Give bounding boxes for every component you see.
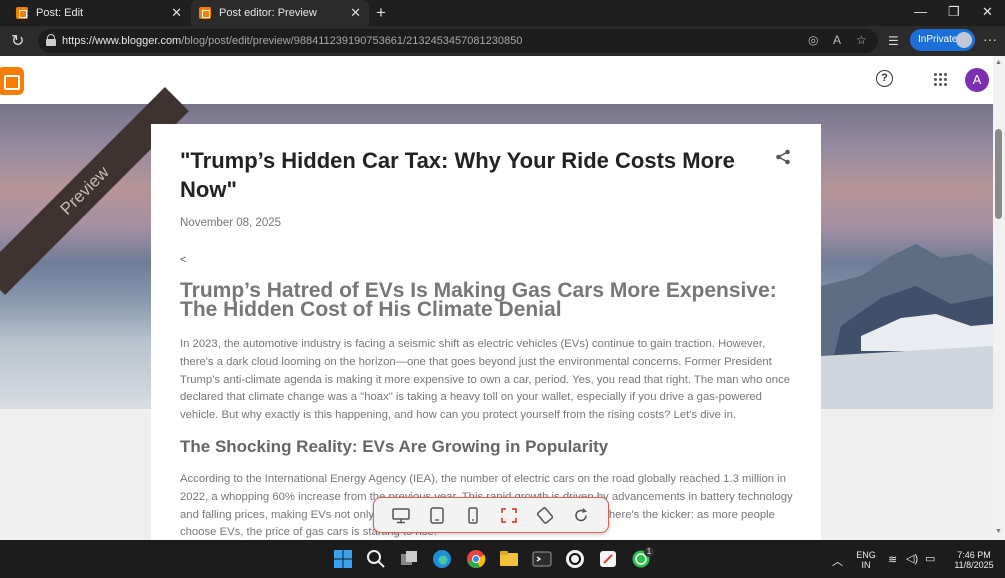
tab-post-preview[interactable]: Post editor: Preview ✕ bbox=[191, 0, 369, 26]
profile-avatar-icon bbox=[956, 32, 972, 48]
account-avatar[interactable]: A bbox=[965, 68, 989, 92]
battery-icon[interactable]: ▭ bbox=[925, 552, 935, 565]
show-hidden-icons-icon[interactable]: ︿ bbox=[832, 553, 843, 569]
blogger-favicon-icon bbox=[16, 7, 28, 19]
search-icon[interactable] bbox=[366, 549, 386, 569]
chrome-icon[interactable] bbox=[466, 549, 486, 569]
device-preview-toolbar bbox=[373, 497, 609, 533]
desktop-view-icon[interactable] bbox=[392, 507, 410, 524]
favorites-icon[interactable]: ☰ bbox=[888, 34, 899, 48]
openai-app-icon[interactable] bbox=[565, 549, 585, 569]
close-window-icon[interactable]: ✕ bbox=[982, 4, 993, 20]
minimize-icon[interactable]: — bbox=[914, 4, 927, 19]
snipping-tool-icon[interactable] bbox=[598, 549, 618, 569]
scroll-down-icon[interactable]: ▼ bbox=[995, 528, 1002, 535]
close-tab-icon[interactable]: ✕ bbox=[171, 5, 182, 21]
blogger-preview-page: ? A Preview "Trump’s Hidden Car Tax: Why… bbox=[0, 56, 993, 540]
scroll-up-icon[interactable]: ▲ bbox=[995, 59, 1002, 66]
windows-taskbar: 1 ︿ ENG IN ≋ ◁) ▭ 7:46 PM 11/8/2025 bbox=[0, 540, 1005, 578]
article-paragraph: In 2023, the automotive industry is faci… bbox=[180, 338, 791, 422]
url-text[interactable]: https://www.blogger.com/blog/post/edit/p… bbox=[62, 35, 522, 47]
edge-browser-icon[interactable] bbox=[432, 549, 452, 569]
file-explorer-icon[interactable] bbox=[499, 549, 519, 569]
close-tab-icon[interactable]: ✕ bbox=[350, 5, 361, 21]
maximize-icon[interactable]: ❐ bbox=[948, 4, 960, 20]
mobile-view-icon[interactable] bbox=[464, 507, 482, 524]
post-card: "Trump’s Hidden Car Tax: Why Your Ride C… bbox=[151, 124, 821, 540]
tracking-prevention-icon[interactable]: ◎ bbox=[808, 33, 818, 47]
page-scrollbar[interactable]: ▲ ▼ bbox=[993, 56, 1005, 540]
favorite-star-icon[interactable]: ☆ bbox=[856, 33, 867, 47]
language-indicator[interactable]: ENG IN bbox=[854, 550, 878, 570]
new-tab-button[interactable]: + bbox=[376, 3, 386, 23]
stray-text: < bbox=[180, 254, 187, 266]
mountain-illustration bbox=[821, 244, 993, 409]
help-icon[interactable]: ? bbox=[876, 70, 893, 87]
tab-title: Post editor: Preview bbox=[219, 7, 317, 19]
address-bar[interactable]: https://www.blogger.com/blog/post/edit/p… bbox=[38, 29, 878, 53]
windows-start-icon[interactable] bbox=[333, 549, 353, 569]
scrollbar-thumb[interactable] bbox=[995, 129, 1002, 219]
wifi-icon[interactable]: ≋ bbox=[888, 553, 897, 566]
blogger-logo-icon[interactable] bbox=[0, 67, 24, 95]
address-toolbar: ↻ https://www.blogger.com/blog/post/edit… bbox=[0, 26, 1005, 56]
rotate-device-icon[interactable] bbox=[536, 507, 554, 524]
reload-preview-icon[interactable] bbox=[572, 507, 590, 524]
volume-icon[interactable]: ◁) bbox=[906, 552, 918, 565]
fullscreen-icon[interactable] bbox=[500, 507, 518, 524]
tablet-view-icon[interactable] bbox=[428, 507, 446, 524]
inprivate-button[interactable]: InPrivate bbox=[910, 29, 975, 51]
read-aloud-icon[interactable]: A bbox=[833, 33, 841, 47]
task-view-icon[interactable] bbox=[399, 549, 419, 569]
lock-icon[interactable] bbox=[46, 34, 56, 46]
tab-post-edit[interactable]: Post: Edit ✕ bbox=[8, 0, 190, 26]
post-title: "Trump’s Hidden Car Tax: Why Your Ride C… bbox=[180, 148, 735, 202]
article-subheading: The Shocking Reality: EVs Are Growing in… bbox=[180, 437, 609, 456]
share-icon[interactable] bbox=[775, 149, 791, 165]
notification-badge: 1 bbox=[644, 547, 654, 557]
terminal-icon[interactable] bbox=[532, 549, 552, 569]
more-options-icon[interactable]: ··· bbox=[983, 31, 997, 47]
blogger-favicon-icon bbox=[199, 7, 211, 19]
refresh-icon[interactable]: ↻ bbox=[11, 31, 24, 51]
inprivate-label: InPrivate bbox=[918, 34, 958, 45]
post-date: November 08, 2025 bbox=[180, 217, 282, 229]
apps-grid-icon[interactable] bbox=[934, 73, 948, 87]
tab-title: Post: Edit bbox=[36, 7, 84, 19]
blogger-header: ? A bbox=[0, 56, 993, 104]
browser-tab-bar: Post: Edit ✕ Post editor: Preview ✕ + — … bbox=[0, 0, 1005, 26]
clock[interactable]: 7:46 PM 11/8/2025 bbox=[946, 550, 1002, 570]
article-heading: Trump’s Hatred of EVs Is Making Gas Cars… bbox=[180, 279, 777, 321]
